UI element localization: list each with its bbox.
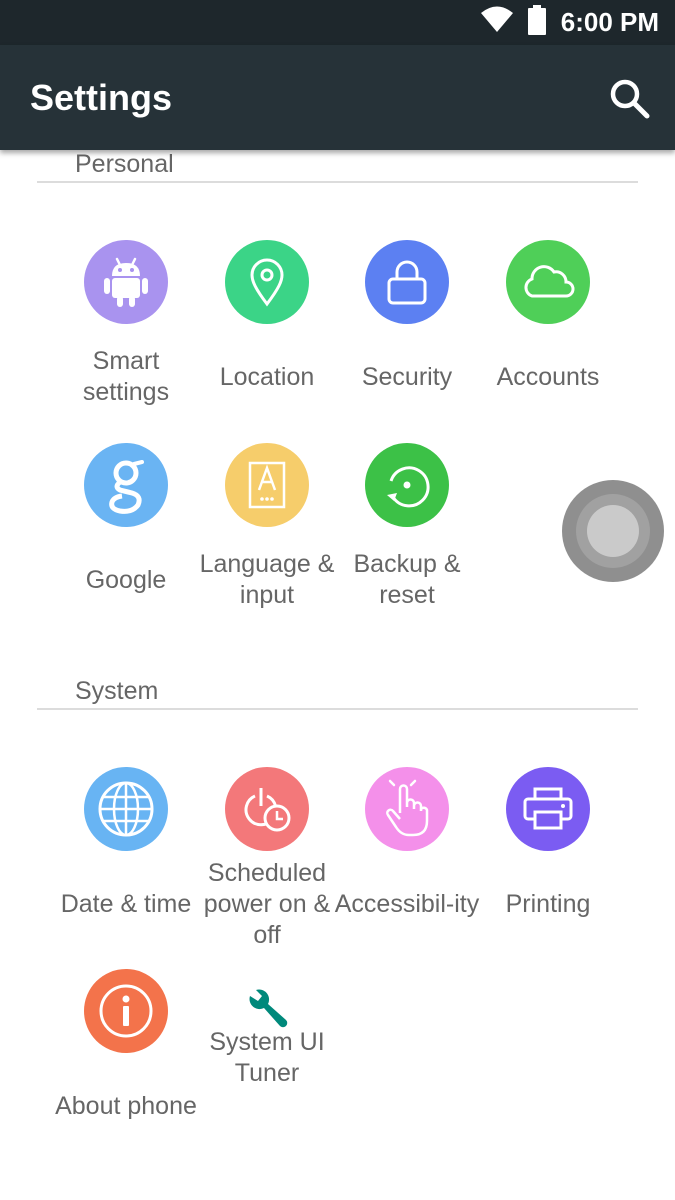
- tile-location[interactable]: Location: [197, 240, 337, 430]
- floating-assistive-button[interactable]: [562, 480, 664, 582]
- page-title: Settings: [30, 77, 173, 118]
- tile-label: Backup & reset: [353, 550, 461, 609]
- tile-label: Accounts: [496, 362, 600, 391]
- cloud-icon: [506, 240, 590, 324]
- tile-label: Location: [219, 362, 315, 391]
- wifi-icon: [480, 6, 513, 39]
- search-button[interactable]: [608, 77, 652, 121]
- google-g-icon: [84, 443, 168, 527]
- tile-label: System UI Tuner: [209, 1028, 325, 1087]
- tile-label: Accessibil-ity: [334, 889, 480, 918]
- tile-security[interactable]: Security: [337, 240, 477, 430]
- status-bar: 6:00 PM: [0, 0, 675, 45]
- tile-accessibility[interactable]: Accessibil-ity: [335, 767, 479, 957]
- tile-language-input[interactable]: Language & input: [197, 443, 337, 633]
- divider: [37, 708, 638, 710]
- tile-accounts[interactable]: Accounts: [478, 240, 618, 430]
- tile-label: Smart settings: [82, 347, 170, 406]
- tile-label: Scheduled power on & off: [203, 858, 331, 949]
- scheduled-power-icon: [225, 767, 309, 851]
- hand-pointer-icon: [365, 767, 449, 851]
- tile-label: Language & input: [199, 550, 335, 609]
- tile-smart-settings[interactable]: Smart settings: [56, 240, 196, 430]
- language-icon: [225, 443, 309, 527]
- section-header-personal: Personal: [75, 150, 174, 178]
- tile-about-phone[interactable]: About phone: [55, 969, 197, 1159]
- tile-google[interactable]: Google: [56, 443, 196, 633]
- status-time: 6:00 PM: [560, 7, 659, 37]
- android-icon: [84, 240, 168, 324]
- section-header-system: System: [75, 677, 159, 705]
- tile-date-time[interactable]: Date & time: [56, 767, 196, 957]
- battery-icon: [527, 5, 547, 40]
- search-icon: [610, 79, 650, 119]
- tile-label: Google: [85, 565, 167, 594]
- tile-label: About phone: [55, 1091, 197, 1120]
- lock-icon: [365, 240, 449, 324]
- tile-system-ui-tuner[interactable]: System UI Tuner: [197, 969, 337, 1159]
- printer-icon: [506, 767, 590, 851]
- app-bar: Settings: [0, 45, 675, 150]
- tile-printing[interactable]: Printing: [478, 767, 618, 957]
- tile-label: Date & time: [60, 889, 192, 918]
- tile-backup-reset[interactable]: Backup & reset: [337, 443, 477, 633]
- tile-scheduled-power[interactable]: Scheduled power on & off: [197, 767, 337, 957]
- globe-icon: [84, 767, 168, 851]
- info-icon: [84, 969, 168, 1053]
- backup-icon: [365, 443, 449, 527]
- location-pin-icon: [225, 240, 309, 324]
- tile-label: Security: [361, 362, 453, 391]
- tile-label: Printing: [505, 889, 591, 918]
- divider: [37, 181, 638, 183]
